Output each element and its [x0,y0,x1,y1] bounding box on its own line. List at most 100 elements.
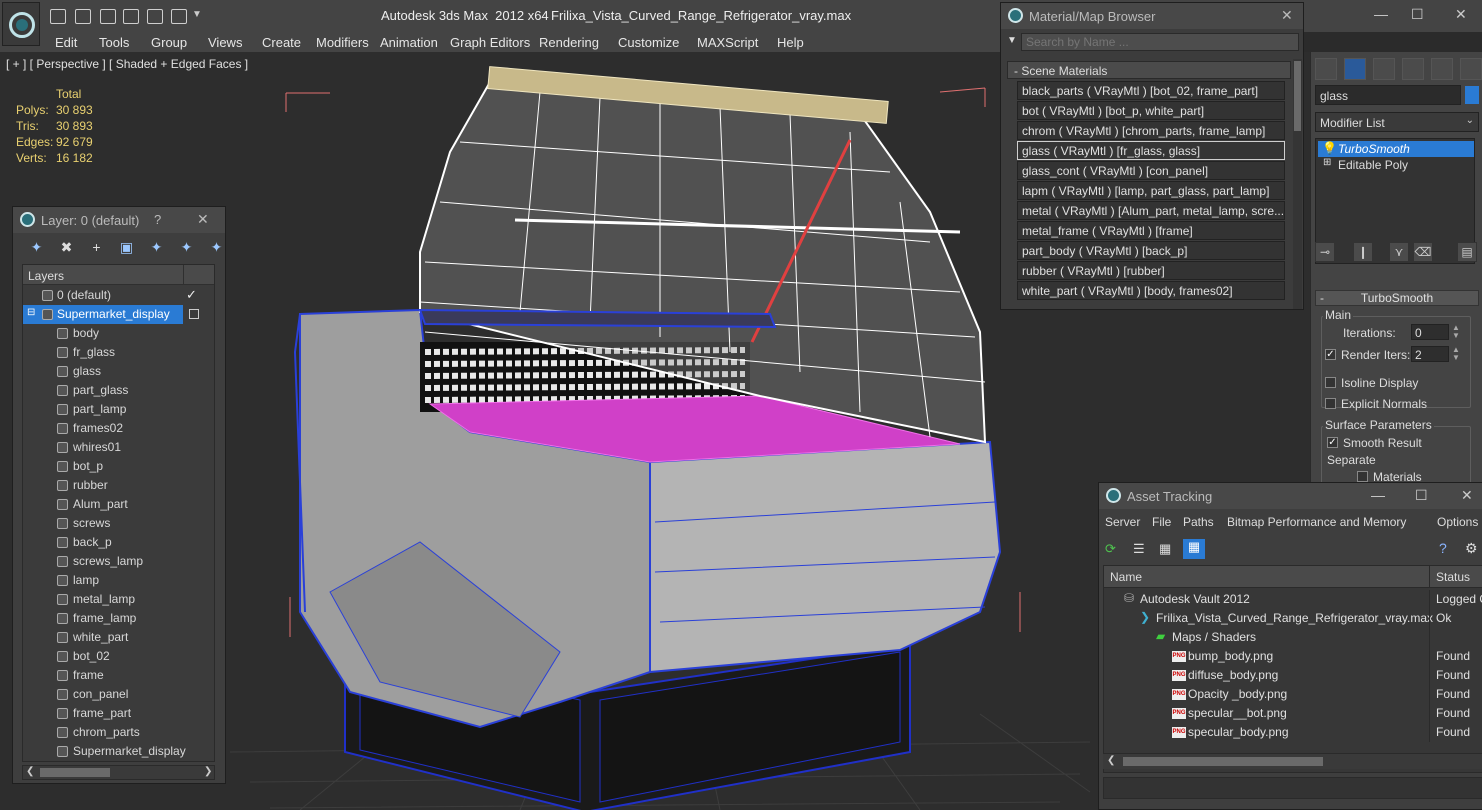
material-row[interactable]: chrom ( VRayMtl ) [chrom_parts, frame_la… [1017,121,1285,140]
scene-materials-section[interactable]: - Scene Materials [1007,61,1291,79]
menu-rendering[interactable]: Rendering [539,35,599,50]
layer-row-selected[interactable]: ⊟ Supermarket_display [23,305,214,324]
render-iters-checkbox[interactable]: ✓ [1325,349,1336,360]
layer-object-row[interactable]: part_glass [23,381,214,400]
isoline-display-checkbox[interactable] [1325,377,1336,388]
layer-list[interactable]: Layers 0 (default) ✓ ⊟ Supermarket_displ… [22,264,215,762]
menu-customize[interactable]: Customize [618,35,679,50]
material-row[interactable]: glass ( VRayMtl ) [fr_glass, glass] [1017,141,1285,160]
menu-maxscript[interactable]: MAXScript [697,35,758,50]
render-iters-spinner[interactable]: 2 [1411,346,1449,362]
maximize-icon[interactable]: ☐ [1415,487,1428,504]
material-row[interactable]: metal_frame ( VRayMtl ) [frame] [1017,221,1285,240]
app-logo-icon[interactable] [2,2,40,46]
layer-object-row[interactable]: metal_lamp [23,590,214,609]
scrollbar-thumb[interactable] [1123,757,1323,766]
asset-row[interactable]: PNG bump_body.png Found [1104,647,1482,666]
close-icon[interactable]: ✕ [197,211,209,228]
iterations-spinner[interactable]: 0 [1411,324,1449,340]
collapse-icon[interactable]: ⊟ [27,307,35,318]
stack-item-turbosmooth[interactable]: 💡 TurboSmooth [1318,141,1474,157]
layer-object-row[interactable]: whires01 [23,438,214,457]
asset-row[interactable]: ▰ Maps / Shaders [1104,628,1482,647]
undo-icon[interactable] [100,9,116,24]
quick-access-dropdown-icon[interactable]: ▼ [192,9,202,20]
object-name-field[interactable]: glass [1315,85,1461,105]
layer-object-row[interactable]: fr_glass [23,343,214,362]
material-row[interactable]: lapm ( VRayMtl ) [lamp, part_glass, part… [1017,181,1285,200]
layer-manager-titlebar[interactable]: Layer: 0 (default) ? ✕ [13,207,225,233]
save-file-icon[interactable] [75,9,91,24]
asset-row[interactable]: PNG specular_body.png Found [1104,723,1482,742]
smooth-result-checkbox[interactable]: ✓ [1327,437,1338,448]
configure-sets-icon[interactable]: ▤ [1457,242,1477,262]
utilities-tab-icon[interactable] [1460,58,1482,80]
material-row[interactable]: part_body ( VRayMtl ) [back_p] [1017,241,1285,260]
close-app-icon[interactable]: ✕ [1455,6,1467,23]
add-to-layer-icon[interactable]: + [89,240,104,255]
layer-object-row[interactable]: frame [23,666,214,685]
layer-object-row[interactable]: Supermarket_display [23,742,214,761]
scroll-right-icon[interactable]: ❯ [204,766,212,777]
lightbulb-icon[interactable]: 💡 [1322,141,1337,155]
layer-object-row[interactable]: frame_part [23,704,214,723]
scrollbar-thumb[interactable] [1294,61,1301,131]
freeze-all-icon[interactable]: ✦ [209,240,224,255]
make-unique-icon[interactable]: ⋎ [1389,242,1409,262]
hold-icon[interactable] [147,9,163,24]
spinner-arrows-icon[interactable]: ▲ ▼ [1452,324,1460,340]
close-icon[interactable]: ✕ [1281,7,1293,24]
display-tab-icon[interactable] [1431,58,1453,80]
layer-object-row[interactable]: chrom_parts [23,723,214,742]
layer-object-row[interactable]: bot_02 [23,647,214,666]
asset-menu-options[interactable]: Options [1437,515,1478,529]
show-end-result-icon[interactable]: ❙ [1353,242,1373,262]
asset-row[interactable]: ❯ Frilixa_Vista_Curved_Range_Refrigerator… [1104,609,1482,628]
highlight-layer-icon[interactable]: ✦ [149,240,164,255]
asset-tracking-titlebar[interactable]: Asset Tracking — ☐ ✕ [1099,483,1482,509]
motion-tab-icon[interactable] [1402,58,1424,80]
layer-object-row[interactable]: white_part [23,628,214,647]
layer-row-default[interactable]: 0 (default) ✓ [23,286,214,305]
minimize-icon[interactable]: — [1371,487,1385,503]
layer-object-row[interactable]: screws_lamp [23,552,214,571]
menu-animation[interactable]: Animation [380,35,438,50]
settings-icon[interactable]: ⚙ [1465,540,1478,557]
layers-column-header[interactable]: Layers [23,265,214,285]
table-view-icon[interactable]: ▦ [1183,539,1205,559]
menu-create[interactable]: Create [262,35,301,50]
menu-tools[interactable]: Tools [99,35,129,50]
menu-edit[interactable]: Edit [55,35,77,50]
viewport-label[interactable]: [ + ] [ Perspective ] [ Shaded + Edged F… [6,57,248,71]
modifier-list-dropdown[interactable]: Modifier List ⌄ [1315,112,1479,132]
layer-object-row[interactable]: part_lamp [23,400,214,419]
asset-row[interactable]: ⛁ Autodesk Vault 2012 Logged O [1104,590,1482,609]
hierarchy-tab-icon[interactable] [1373,58,1395,80]
close-icon[interactable]: ✕ [1461,487,1473,504]
menu-modifiers[interactable]: Modifiers [316,35,369,50]
fetch-icon[interactable] [171,9,187,24]
list-view-icon[interactable]: ☰ [1133,541,1145,557]
remove-modifier-icon[interactable]: ⌫ [1413,242,1433,262]
turbosmooth-rollout-header[interactable]: - TurboSmooth [1315,290,1479,306]
layer-current-toggle[interactable] [189,309,199,319]
column-name[interactable]: Name [1110,570,1142,584]
current-layer-check-icon[interactable]: ✓ [186,287,197,303]
spinner-arrows-icon[interactable]: ▲ ▼ [1452,346,1460,362]
asset-row[interactable]: PNG diffuse_body.png Found [1104,666,1482,685]
layer-horizontal-scrollbar[interactable]: ❮ ❯ [22,765,215,780]
thumbnail-view-icon[interactable]: ▦ [1159,541,1171,557]
material-row[interactable]: metal ( VRayMtl ) [Alum_part, metal_lamp… [1017,201,1285,220]
material-row[interactable]: rubber ( VRayMtl ) [rubber] [1017,261,1285,280]
open-file-icon[interactable] [50,9,66,24]
column-status[interactable]: Status [1436,570,1470,584]
create-layer-icon[interactable]: ✦ [29,240,44,255]
asset-row[interactable]: PNG specular__bot.png Found [1104,704,1482,723]
material-row[interactable]: bot ( VRayMtl ) [bot_p, white_part] [1017,101,1285,120]
material-row[interactable]: black_parts ( VRayMtl ) [bot_02, frame_p… [1017,81,1285,100]
modify-tab-icon[interactable] [1344,58,1366,80]
asset-table[interactable]: Name Status ⛁ Autodesk Vault 2012 Logged O… [1103,565,1482,773]
layer-object-row[interactable]: body [23,324,214,343]
menu-graph-editors[interactable]: Graph Editors [450,35,530,50]
layer-object-row[interactable]: frames02 [23,419,214,438]
